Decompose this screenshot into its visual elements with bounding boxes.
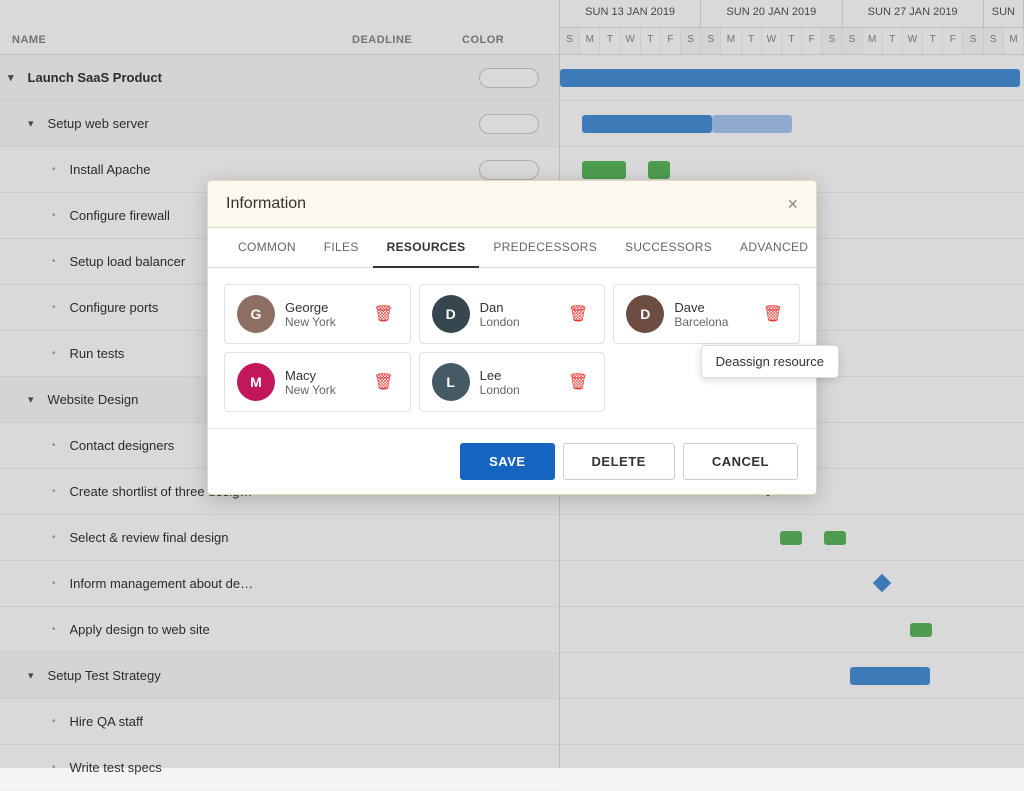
deassign-tooltip: Deassign resource <box>701 345 839 378</box>
resource-name: Dan <box>480 300 554 315</box>
avatar-dave: D <box>626 295 664 333</box>
tab-predecessors[interactable]: PREDECESSORS <box>479 228 611 268</box>
information-modal: Information × COMMON FILES RESOURCES PRE… <box>207 180 817 495</box>
resource-name: Dave <box>674 300 748 315</box>
modal-header: Information × <box>208 181 816 228</box>
delete-resource-button[interactable]: 🗑 <box>564 370 592 394</box>
tab-files[interactable]: FILES <box>310 228 373 268</box>
resource-location: London <box>480 383 554 397</box>
resources-grid: G George New York 🗑 D Dan London 🗑 D <box>208 268 816 428</box>
resource-location: New York <box>285 383 359 397</box>
tab-resources[interactable]: RESOURCES <box>373 228 480 268</box>
delete-resource-button[interactable]: 🗑 <box>759 302 787 326</box>
modal-title: Information <box>226 195 306 213</box>
resource-name: Lee <box>480 368 554 383</box>
close-button[interactable]: × <box>787 195 798 213</box>
resource-card-macy: M Macy New York 🗑 <box>224 352 411 412</box>
avatar-dan: D <box>432 295 470 333</box>
tab-advanced[interactable]: ADVANCED <box>726 228 822 268</box>
resource-card-dan: D Dan London 🗑 <box>419 284 606 344</box>
resource-location: Barcelona <box>674 315 748 329</box>
cancel-button[interactable]: CANCEL <box>683 443 798 480</box>
modal-footer: SAVE DELETE CANCEL <box>208 428 816 494</box>
resource-name: Macy <box>285 368 359 383</box>
save-button[interactable]: SAVE <box>460 443 554 480</box>
modal-overlay: Information × COMMON FILES RESOURCES PRE… <box>0 0 1024 768</box>
resource-name: George <box>285 300 359 315</box>
delete-resource-button[interactable]: 🗑 <box>369 370 397 394</box>
resource-info-lee: Lee London <box>480 368 554 397</box>
delete-resource-button[interactable]: 🗑 <box>564 302 592 326</box>
resource-location: New York <box>285 315 359 329</box>
avatar-macy: M <box>237 363 275 401</box>
resource-card-george: G George New York 🗑 <box>224 284 411 344</box>
delete-resource-button[interactable]: 🗑 <box>369 302 397 326</box>
modal-tabs: COMMON FILES RESOURCES PREDECESSORS SUCC… <box>208 228 816 268</box>
resource-info-george: George New York <box>285 300 359 329</box>
resource-location: London <box>480 315 554 329</box>
avatar-george: G <box>237 295 275 333</box>
resource-info-macy: Macy New York <box>285 368 359 397</box>
resource-card-dave: D Dave Barcelona 🗑 Deassign resource <box>613 284 800 344</box>
resource-info-dan: Dan London <box>480 300 554 329</box>
tab-successors[interactable]: SUCCESSORS <box>611 228 726 268</box>
tab-common[interactable]: COMMON <box>224 228 310 268</box>
delete-button[interactable]: DELETE <box>563 443 675 480</box>
avatar-lee: L <box>432 363 470 401</box>
resource-card-lee: L Lee London 🗑 <box>419 352 606 412</box>
resource-info-dave: Dave Barcelona <box>674 300 748 329</box>
